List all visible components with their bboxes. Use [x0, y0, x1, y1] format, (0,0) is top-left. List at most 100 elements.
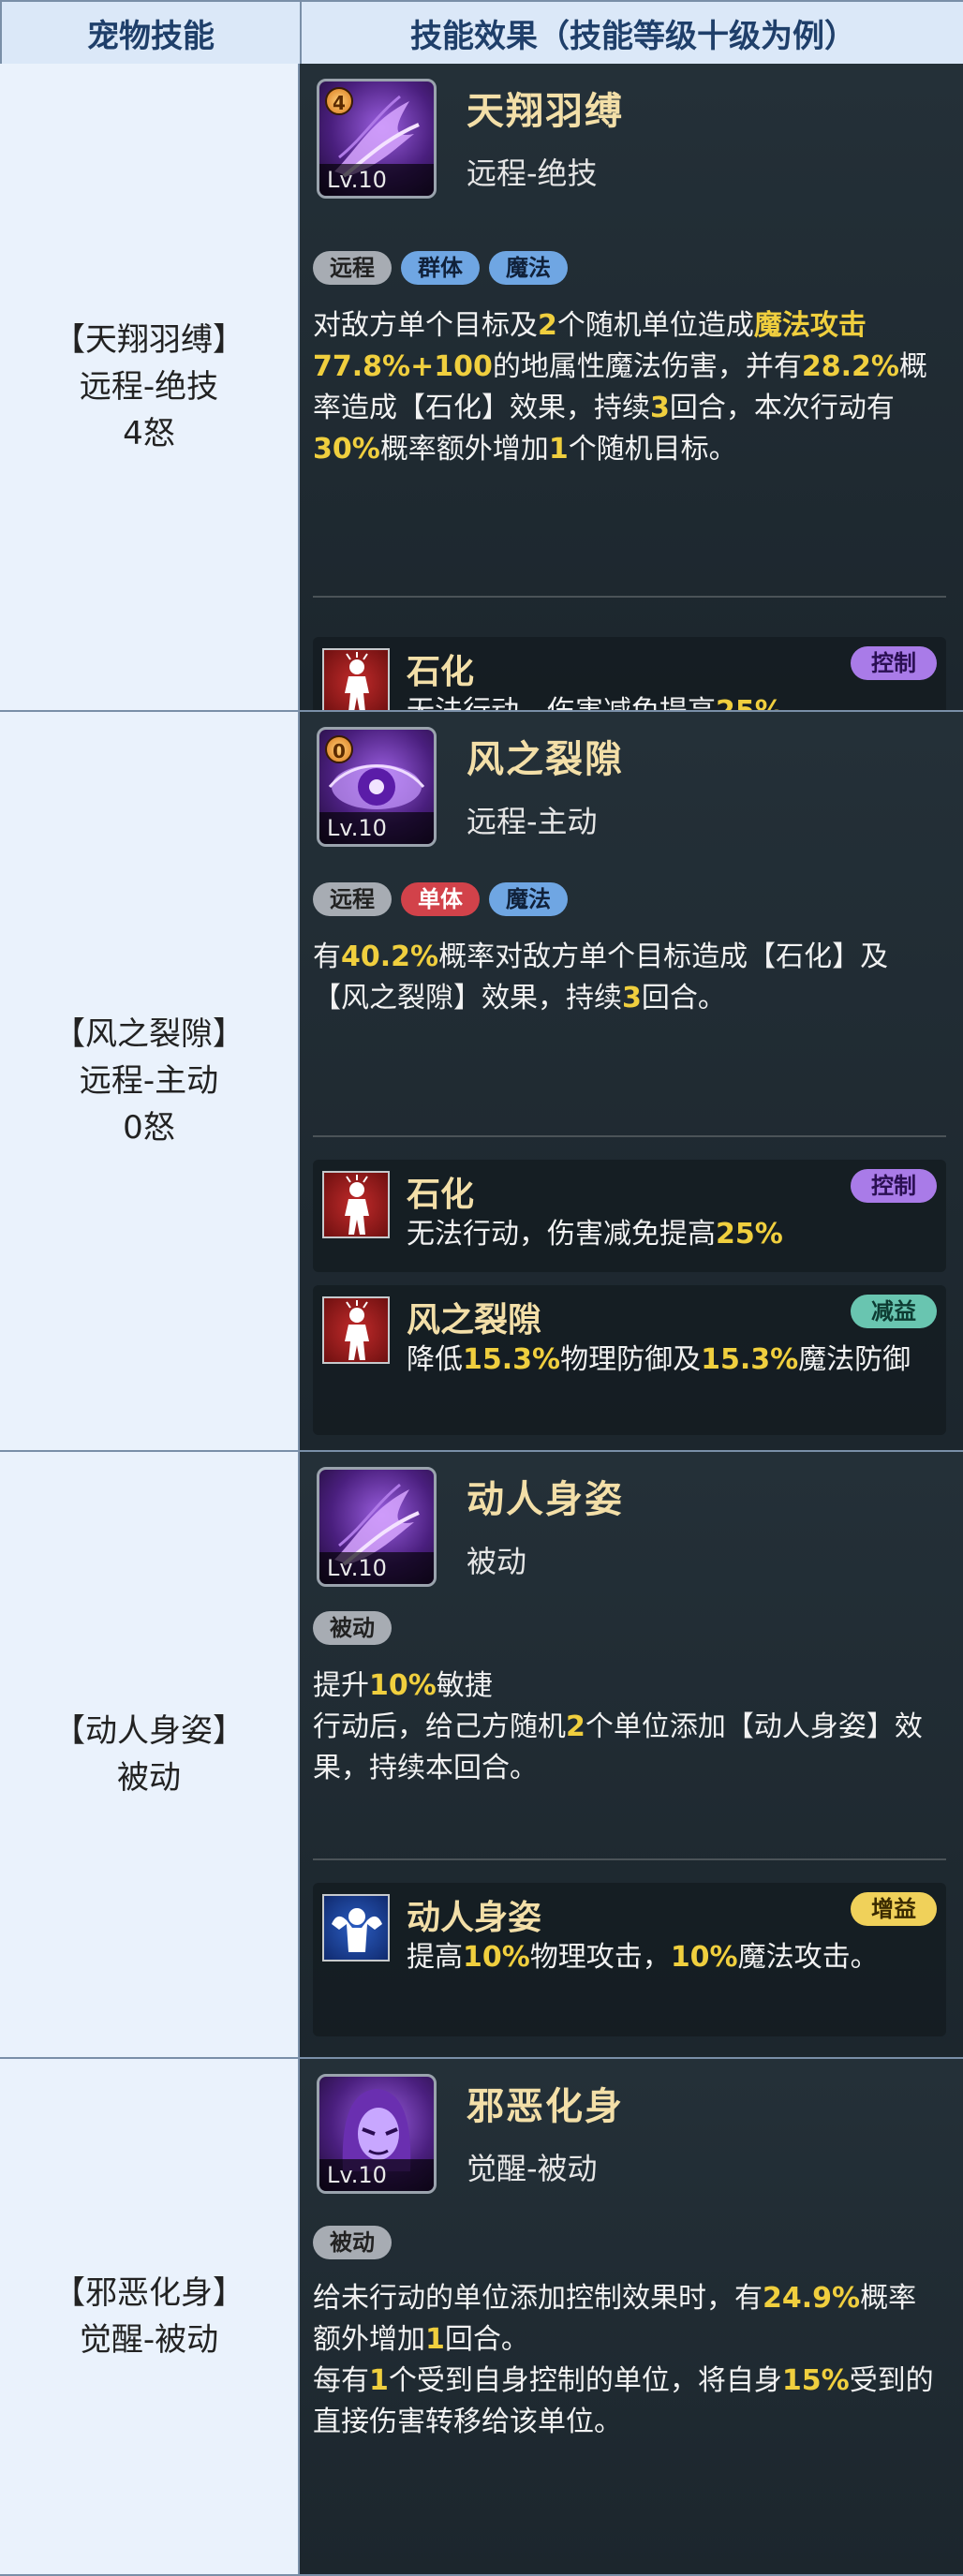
- skill-tags: 被动: [313, 1611, 392, 1645]
- status-effect-description: 提高10%物理攻击，10%魔法攻击。: [407, 1937, 931, 1978]
- skill-description: 提升10%敏捷 行动后，给己方随机2个单位添加【动人身姿】效果，持续本回合。: [313, 1666, 941, 1789]
- skill-type-label: 远程-主动: [79, 1062, 219, 1100]
- desc-segment: 个随机单位造成: [556, 309, 754, 342]
- skill-level-label: Lv.10: [319, 1552, 434, 1584]
- wind-eye-icon: 0 Lv.10: [317, 727, 437, 847]
- effect-segment: 物理攻击，: [529, 1941, 671, 1974]
- skill-tag: 魔法: [489, 251, 568, 285]
- skill-tag: 单体: [401, 882, 480, 916]
- flex-icon: [322, 1894, 390, 1962]
- desc-segment: 2: [538, 309, 557, 342]
- status-effect-tag: 控制: [851, 1169, 937, 1203]
- status-effect-card: 风之裂隙 减益 降低15.3%物理防御及15.3%魔法防御: [313, 1285, 946, 1435]
- skill-title: 天翔羽缚: [467, 90, 624, 133]
- effect-segment: 25%: [716, 695, 783, 712]
- skill-type: 远程-主动: [467, 804, 598, 839]
- status-effect-tag: 增益: [851, 1892, 937, 1926]
- desc-segment: 1: [425, 2323, 445, 2356]
- effect-segment: 无法行动，伤害减免提高: [407, 695, 716, 712]
- skill-type-label: 觉醒-被动: [79, 2321, 219, 2359]
- desc-segment: 概率额外增加: [379, 433, 549, 466]
- skill-level-label: Lv.10: [319, 164, 434, 196]
- desc-segment: 对敌方单个目标及: [313, 309, 538, 342]
- skill-description: 对敌方单个目标及2个随机单位造成魔法攻击77.8%+100的地属性魔法伤害，并有…: [313, 305, 941, 470]
- hooded-figure-icon: Lv.10: [317, 2074, 437, 2194]
- desc-segment: 10%: [369, 1669, 437, 1702]
- effect-segment: 10%: [463, 1941, 530, 1974]
- petrify-icon: [322, 1296, 390, 1364]
- status-effect-description: 无法行动，伤害减免提高25%: [407, 1214, 931, 1255]
- header-pet-skill: 宠物技能: [2, 2, 302, 66]
- desc-segment: 提升: [313, 1669, 369, 1702]
- wing-slash-icon: 4 Lv.10: [317, 79, 437, 199]
- desc-segment: 回合，本次行动有: [669, 392, 895, 424]
- skill-tags: 被动: [313, 2226, 392, 2259]
- status-effect-description: 无法行动，伤害减免提高25%: [407, 691, 931, 712]
- skill-title: 风之裂隙: [467, 738, 624, 781]
- skill-type: 被动: [467, 1544, 527, 1579]
- skill-name-label: 【动人身姿】: [53, 1712, 244, 1750]
- petrify-icon: [322, 1171, 390, 1238]
- petrify-icon: [322, 648, 390, 710]
- effect-segment: 提高: [407, 1941, 463, 1974]
- skill-type-label: 远程-绝技: [79, 368, 219, 406]
- skill-tag: 被动: [313, 1611, 392, 1645]
- desc-segment: 15%: [781, 2364, 850, 2397]
- status-effect-name: 石化: [407, 1176, 475, 1214]
- skill-tag: 群体: [401, 251, 480, 285]
- desc-segment: 有: [313, 940, 341, 973]
- skill-effect-cell: 4 Lv.10 天翔羽缚远程-绝技远程 群体 魔法对敌方单个目标及2个随机单位造成魔法攻…: [300, 64, 963, 712]
- skill-type-label: 被动: [117, 1759, 181, 1797]
- skill-name-label: 【天翔羽缚】: [53, 321, 244, 359]
- desc-segment: 2: [566, 1710, 585, 1743]
- effect-segment: 魔法攻击。: [737, 1941, 879, 1974]
- skill-tag: 魔法: [489, 882, 568, 916]
- desc-segment: 30%: [313, 433, 380, 466]
- skill-title: 动人身姿: [467, 1478, 624, 1521]
- status-effect-tag: 减益: [851, 1295, 937, 1328]
- skill-tags: 远程 群体 魔法: [313, 251, 568, 285]
- skill-effect-cell: 0 Lv.10 风之裂隙 远程-主动 远程 单体 魔法 有40.2%概率对敌方单个目标造成【石…: [300, 712, 963, 1452]
- pet-skill-cell: 【天翔羽缚】 远程-绝技 4怒: [0, 64, 300, 712]
- skill-level-label: Lv.10: [319, 2159, 434, 2191]
- effect-segment: 15.3%: [701, 1343, 799, 1376]
- skill-level-label: Lv.10: [319, 812, 434, 844]
- effect-segment: 降低: [407, 1343, 463, 1376]
- status-effect-card: 动人身姿 增益 提高10%物理攻击，10%魔法攻击。: [313, 1883, 946, 2036]
- desc-segment: 3: [622, 982, 642, 1014]
- skill-tags: 远程 单体 魔法: [313, 882, 568, 916]
- status-effect-name: 石化: [407, 653, 475, 691]
- status-effect-card: 石化 控制无法行动，伤害减免提高25%: [313, 637, 946, 712]
- skill-type: 觉醒-被动: [467, 2151, 598, 2186]
- desc-segment: 28.2%: [801, 350, 899, 383]
- skill-name-label: 【风之裂隙】: [53, 1015, 244, 1053]
- status-effect-description: 降低15.3%物理防御及15.3%魔法防御: [407, 1340, 931, 1381]
- desc-segment: 回合。: [641, 982, 726, 1014]
- divider: [313, 596, 946, 598]
- status-effect-tag: 控制: [851, 646, 937, 680]
- desc-segment: 个受到自身控制的单位，将自身: [388, 2364, 782, 2397]
- header-skill-effect: 技能效果（技能等级十级为例）: [302, 2, 963, 66]
- desc-segment: 1: [369, 2364, 389, 2397]
- desc-segment: 24.9%: [763, 2282, 861, 2315]
- dark-wing-icon: Lv.10: [317, 1467, 437, 1587]
- status-effect-name: 动人身姿: [407, 1899, 542, 1937]
- effect-segment: 魔法防御: [798, 1343, 911, 1376]
- skill-tag: 被动: [313, 2226, 392, 2259]
- skill-tag: 远程: [313, 882, 392, 916]
- desc-segment: 的地属性魔法伤害，并有: [492, 350, 802, 383]
- effect-segment: 物理防御及: [560, 1343, 702, 1376]
- skill-description: 给未行动的单位添加控制效果时，有24.9%概率额外增加1回合。 每有1个受到自身…: [313, 2278, 941, 2443]
- rage-cost-badge: 4: [325, 87, 353, 115]
- desc-segment: 给未行动的单位添加控制效果时，有: [313, 2282, 763, 2315]
- desc-segment: 3: [650, 392, 670, 424]
- skill-tag: 远程: [313, 251, 392, 285]
- divider: [313, 1858, 946, 1860]
- pet-skill-cell: 【动人身姿】 被动: [0, 1452, 300, 2059]
- rage-cost-label: 4怒: [123, 415, 175, 452]
- rage-cost-badge: 0: [325, 735, 353, 763]
- status-effect-name: 风之裂隙: [407, 1301, 542, 1340]
- desc-segment: 个随机目标。: [568, 433, 737, 466]
- skill-title: 邪恶化身: [467, 2085, 624, 2128]
- skill-type: 远程-绝技: [467, 155, 598, 191]
